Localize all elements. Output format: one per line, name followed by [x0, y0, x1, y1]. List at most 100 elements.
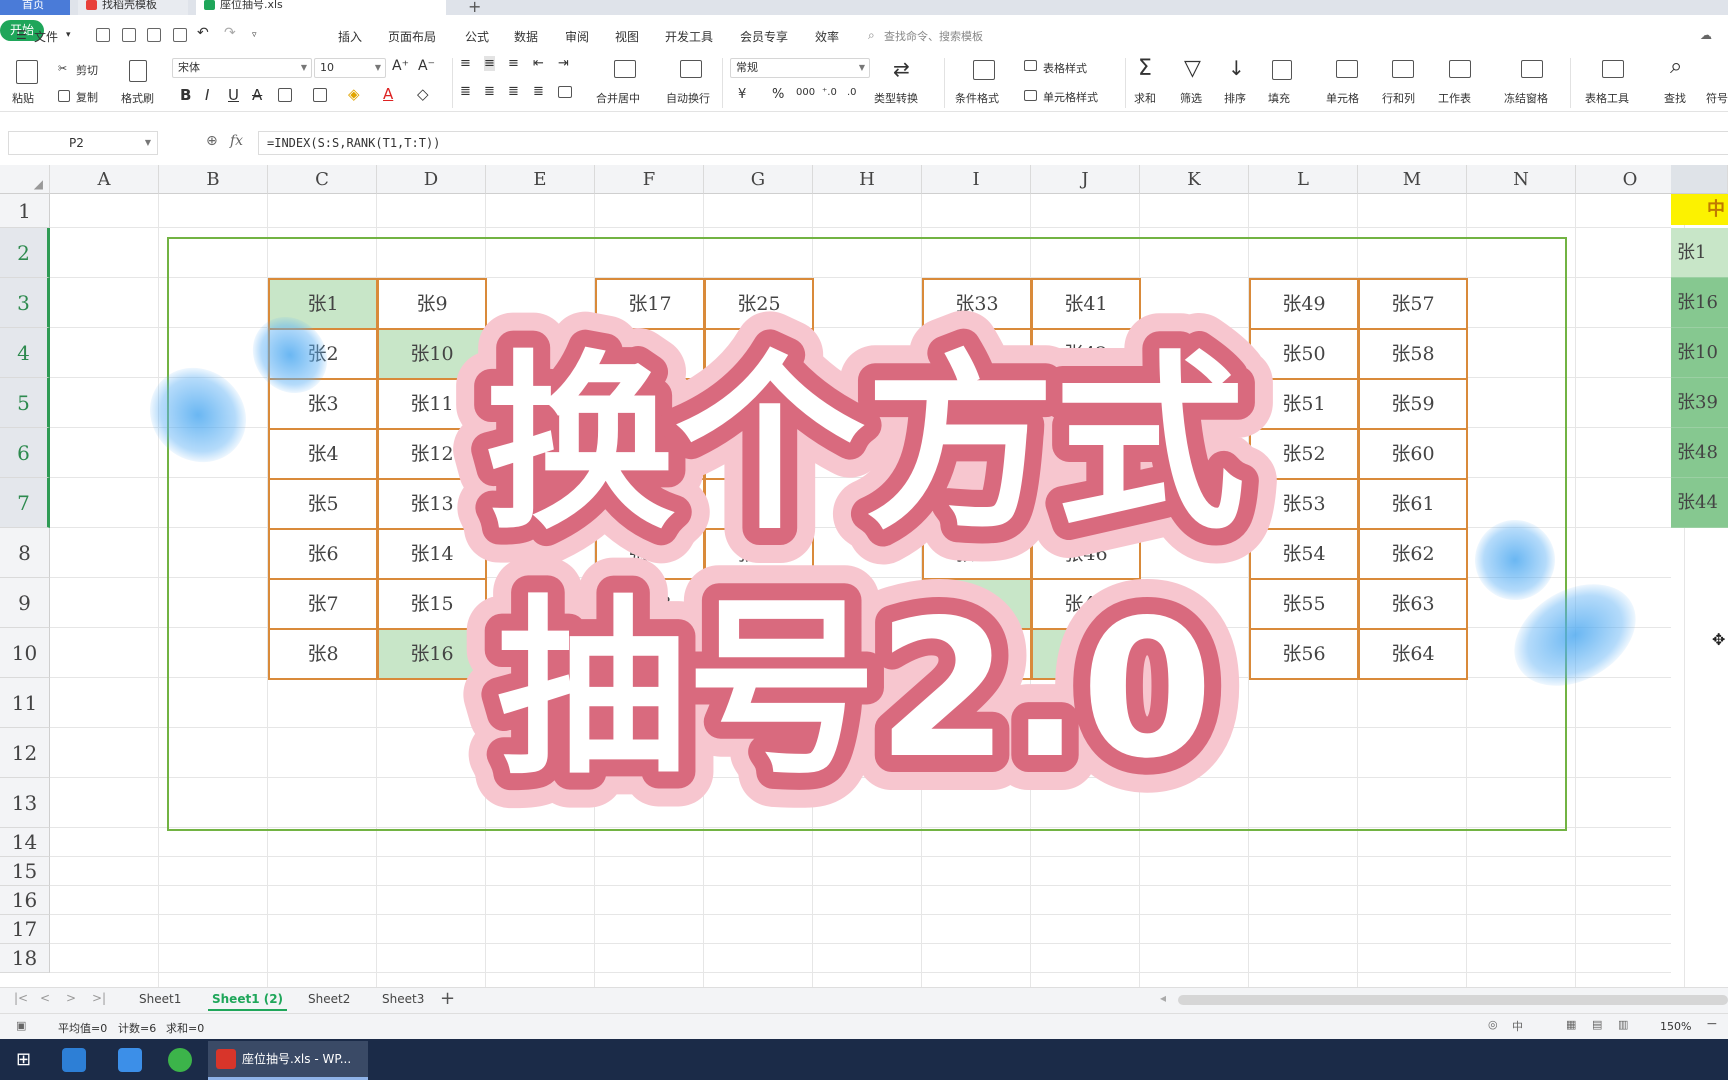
number-format-select[interactable]: 常规 ▼ — [730, 58, 870, 78]
menu-developer[interactable]: 开发工具 — [665, 28, 713, 45]
column-header-j[interactable]: J — [1031, 165, 1140, 194]
align-bottom-icon[interactable]: ≡ — [508, 56, 519, 71]
cell-style-button[interactable]: 单元格样式 — [1043, 89, 1098, 105]
seat-cell[interactable]: 张25 — [704, 278, 814, 330]
seat-cell[interactable]: 张9 — [377, 278, 487, 330]
seat-cell[interactable]: 张11 — [377, 378, 487, 430]
align-center-icon[interactable]: ≣ — [484, 84, 495, 99]
seat-cell[interactable]: 张7 — [268, 578, 378, 630]
zoom-level[interactable]: 150% — [1660, 1020, 1691, 1033]
conditional-format-icon[interactable] — [973, 60, 995, 80]
row-header-13[interactable]: 13 — [0, 778, 50, 828]
seat-cell[interactable]: 张31 — [704, 578, 814, 630]
seat-cell[interactable]: 张32 — [704, 628, 814, 680]
command-search[interactable]: 查找命令、搜索模板 — [884, 28, 983, 44]
decrease-font-icon[interactable]: A⁻ — [418, 58, 435, 74]
menu-view[interactable]: 视图 — [615, 28, 639, 45]
zoom-out-icon[interactable]: − — [1706, 1016, 1718, 1032]
font-name-select[interactable]: 宋体 ▼ — [172, 58, 312, 78]
sort-button[interactable]: 排序 — [1224, 90, 1246, 106]
increase-font-icon[interactable]: A⁺ — [392, 58, 409, 74]
menu-page-layout[interactable]: 页面布局 — [388, 28, 436, 45]
thousands-icon[interactable]: 000 — [796, 87, 815, 98]
italic-icon[interactable]: I — [205, 86, 209, 104]
column-header-d[interactable]: D — [377, 165, 486, 194]
sheet-tab-sheet3[interactable]: Sheet3 — [382, 992, 424, 1006]
seat-cell[interactable]: 张24 — [595, 628, 705, 680]
seat-cell[interactable]: 张41 — [1031, 278, 1141, 330]
underline-icon[interactable]: U — [228, 86, 239, 104]
percent-icon[interactable]: % — [772, 87, 784, 102]
font-color-icon[interactable]: A — [383, 85, 393, 103]
row-header-12[interactable]: 12 — [0, 728, 50, 778]
column-header-m[interactable]: M — [1358, 165, 1467, 194]
name-box[interactable]: P2 ▼ — [8, 131, 158, 155]
customize-icon[interactable]: ▿ — [252, 30, 257, 40]
spreadsheet-grid[interactable]: ◢ ABCDEFGHIJKLMNO 1 2 3 4 5 6 7 8 9 10 11 12 13 14 15 1… — [0, 165, 1728, 991]
row-header-4[interactable]: 4 — [0, 328, 50, 378]
font-size-select[interactable]: 10 ▼ — [314, 58, 386, 78]
merge-center-icon[interactable] — [614, 60, 636, 78]
seat-cell[interactable]: 张53 — [1249, 478, 1359, 530]
seat-cell[interactable]: 张5 — [268, 478, 378, 530]
seat-cell[interactable]: 张40 — [922, 628, 1032, 680]
symbol-button[interactable]: 符号 — [1706, 90, 1728, 106]
sheet-tab-sheet1-2[interactable]: Sheet1 (2) — [207, 992, 288, 1011]
increase-decimal-icon[interactable]: ⁺.0 — [822, 87, 837, 98]
strikethrough-icon[interactable]: A — [252, 86, 262, 104]
seat-cell[interactable]: 张63 — [1358, 578, 1468, 630]
seat-cell[interactable]: 张48 — [1031, 628, 1141, 680]
row-col-button[interactable]: 行和列 — [1382, 90, 1415, 106]
menu-insert[interactable]: 插入 — [338, 28, 362, 45]
row-header-16[interactable]: 16 — [0, 886, 50, 915]
prev-sheet-icon[interactable]: < — [40, 991, 50, 1005]
tab-file[interactable]: 座位抽号.xls — [196, 0, 446, 15]
page-break-view-icon[interactable]: ▥ — [1618, 1018, 1628, 1031]
sheet-tab-sheet1[interactable]: Sheet1 — [139, 992, 181, 1006]
result-cell[interactable]: 张16 — [1671, 278, 1728, 328]
seat-cell[interactable]: 张61 — [1358, 478, 1468, 530]
paste-button[interactable]: 粘贴 — [12, 90, 34, 106]
copy-icon[interactable] — [58, 90, 70, 102]
seat-cell[interactable]: 张12 — [377, 428, 487, 480]
currency-icon[interactable]: ¥ — [738, 87, 746, 102]
seat-cell[interactable]: 张13 — [377, 478, 487, 530]
next-sheet-icon[interactable]: > — [66, 991, 76, 1005]
horizontal-scrollbar[interactable] — [1178, 995, 1728, 1005]
row-header-15[interactable]: 15 — [0, 857, 50, 886]
seat-cell[interactable]: 张58 — [1358, 328, 1468, 380]
seat-cell[interactable]: 张47 — [1031, 578, 1141, 630]
browser-icon[interactable] — [62, 1048, 86, 1072]
row-header-11[interactable]: 11 — [0, 678, 50, 728]
hamburger-icon[interactable]: ☰ — [16, 28, 27, 42]
align-right-icon[interactable]: ≣ — [508, 84, 519, 99]
seat-cell[interactable]: 张43 — [1031, 378, 1141, 430]
table-tools-icon[interactable] — [1602, 60, 1624, 78]
seat-cell[interactable]: 张20 — [595, 428, 705, 480]
seat-cell[interactable]: 张54 — [1249, 528, 1359, 580]
seat-cell[interactable]: 张27 — [704, 378, 814, 430]
page-layout-view-icon[interactable]: ▤ — [1592, 1018, 1602, 1031]
cut-button[interactable]: 剪切 — [76, 62, 98, 78]
seat-cell[interactable]: 张42 — [1031, 328, 1141, 380]
row-header-1[interactable]: 1 — [0, 194, 50, 228]
row-header-14[interactable]: 14 — [0, 828, 50, 857]
seat-cell[interactable]: 张59 — [1358, 378, 1468, 430]
seat-cell[interactable]: 张18 — [595, 328, 705, 380]
seat-cell[interactable]: 张37 — [922, 478, 1032, 530]
column-header-k[interactable]: K — [1140, 165, 1249, 194]
type-convert-button[interactable]: 类型转换 — [874, 90, 918, 106]
column-header-g[interactable]: G — [704, 165, 813, 194]
distributed-icon[interactable] — [558, 86, 572, 98]
seat-cell[interactable]: 张10 — [377, 328, 487, 380]
app-green-icon[interactable] — [168, 1048, 192, 1072]
cell-style-icon[interactable] — [313, 88, 327, 102]
row-col-icon[interactable] — [1392, 60, 1414, 78]
seat-cell[interactable]: 张4 — [268, 428, 378, 480]
seat-cell[interactable]: 张38 — [922, 528, 1032, 580]
result-cell[interactable]: 张10 — [1671, 328, 1728, 378]
sheet-tab-sheet2[interactable]: Sheet2 — [308, 992, 350, 1006]
eye-protection-icon[interactable]: ◎ — [1488, 1018, 1498, 1031]
cell-button[interactable]: 单元格 — [1326, 90, 1359, 106]
normal-view-icon[interactable]: ▦ — [1566, 1018, 1576, 1031]
